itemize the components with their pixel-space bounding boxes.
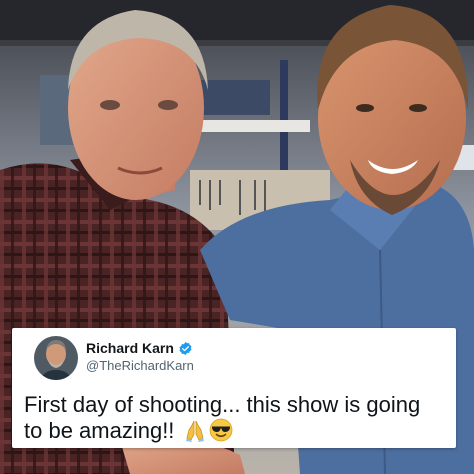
tweet-text-block: First day of shooting... this show is go…: [24, 392, 444, 448]
avatar[interactable]: [34, 336, 78, 380]
display-name[interactable]: Richard Karn: [86, 340, 174, 356]
verified-badge-icon: [178, 341, 193, 356]
tweet-card: Richard Karn @TheRichardKarn First day o…: [12, 328, 456, 448]
smiling-face-with-sunglasses-emoji: [209, 418, 233, 448]
folded-hands-emoji: [183, 418, 207, 448]
user-handle[interactable]: @TheRichardKarn: [86, 358, 194, 373]
name-row: Richard Karn: [86, 340, 193, 356]
